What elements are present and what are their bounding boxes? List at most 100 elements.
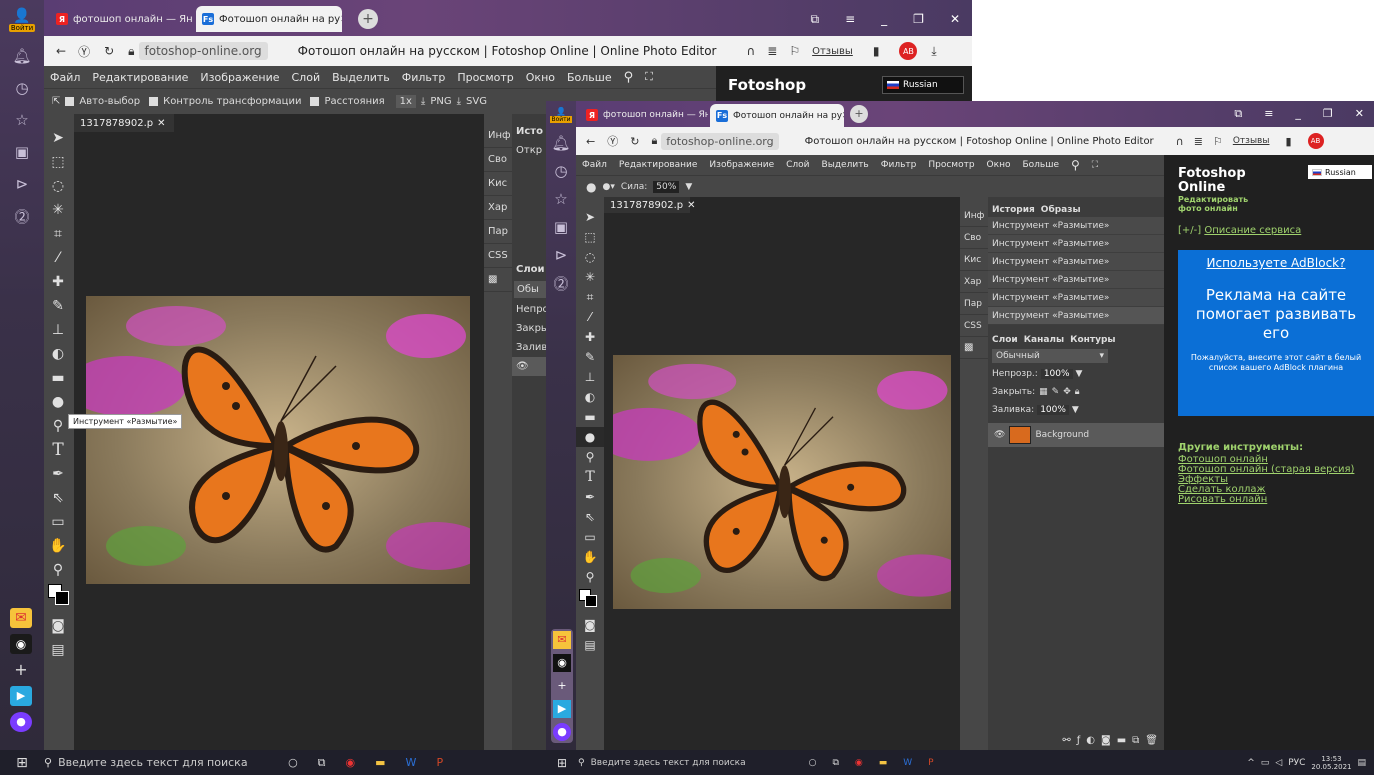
- powerpoint-icon[interactable]: P: [928, 758, 933, 768]
- marquee-tool-icon[interactable]: ⬚: [576, 227, 604, 247]
- mini-tab-paragraph[interactable]: Пар: [484, 220, 512, 244]
- history-item[interactable]: Инструмент «Размытие»: [988, 271, 1164, 289]
- music-icon[interactable]: ▶: [553, 700, 571, 718]
- zoom-icon[interactable]: ⚲: [44, 558, 72, 582]
- back-icon[interactable]: ←: [56, 44, 66, 58]
- text-tool-icon[interactable]: T: [576, 467, 604, 487]
- mini-tab-css[interactable]: CSS: [484, 244, 512, 268]
- screen-mode-icon[interactable]: ▤: [576, 635, 604, 655]
- link-layers-icon[interactable]: ⚯: [1062, 735, 1070, 746]
- eyedropper-icon[interactable]: ⁄: [44, 246, 72, 270]
- music-icon[interactable]: ▶: [10, 686, 32, 706]
- adjust-icon[interactable]: ◐: [1086, 735, 1095, 746]
- tool-link[interactable]: Рисовать онлайн: [1178, 495, 1360, 505]
- badge-2-icon[interactable]: ⓶: [0, 200, 44, 232]
- back-icon[interactable]: ←: [586, 135, 595, 148]
- adblock-icon[interactable]: AB: [1307, 133, 1324, 149]
- opacity-dropdown-icon[interactable]: ▼: [1076, 369, 1083, 379]
- yandex-logo-icon[interactable]: Ⓨ: [607, 133, 618, 149]
- download-png-icon[interactable]: ⤓: [421, 96, 425, 107]
- back-photo[interactable]: [86, 296, 470, 584]
- blend-dropdown[interactable]: Обы: [514, 281, 550, 298]
- alice-icon[interactable]: ◉: [10, 634, 32, 654]
- front-document-tab[interactable]: 1317878902.p ✕: [604, 197, 696, 213]
- about-link[interactable]: Описание сервиса: [1204, 225, 1301, 236]
- healing-icon[interactable]: ✚: [44, 270, 72, 294]
- taskbar-search[interactable]: Введите здесь текст для поиска: [591, 758, 801, 768]
- fullscreen-icon[interactable]: ⛶: [645, 70, 653, 84]
- star-icon[interactable]: ☆: [0, 104, 44, 136]
- opacity-input[interactable]: 100%: [1040, 369, 1073, 379]
- mask-icon[interactable]: ◙: [576, 615, 604, 635]
- shape-icon[interactable]: ▭: [576, 527, 604, 547]
- reviews-button[interactable]: Отзывы: [1233, 136, 1270, 146]
- path-select-icon[interactable]: ⇖: [576, 507, 604, 527]
- lang-select[interactable]: Russian: [882, 76, 964, 94]
- menu-select[interactable]: Выделить: [332, 71, 390, 84]
- color-swatches[interactable]: [579, 587, 604, 615]
- headphones-icon[interactable]: ∩: [746, 44, 755, 58]
- restore-icon[interactable]: ❐: [913, 12, 924, 27]
- image-icon[interactable]: ▩: [960, 337, 988, 359]
- front-photo[interactable]: [613, 355, 951, 609]
- text-tool-icon[interactable]: T: [44, 438, 72, 462]
- history-item[interactable]: Инструмент «Размытие»: [988, 217, 1164, 235]
- mask-icon[interactable]: ◙: [44, 614, 72, 638]
- new-tab-button[interactable]: +: [850, 105, 868, 123]
- tab-fotoshop[interactable]: Fs Фотошоп онлайн на ру ✕: [710, 104, 844, 127]
- explorer-icon[interactable]: ▬: [375, 756, 385, 769]
- assistant-icon[interactable]: ●: [10, 712, 32, 732]
- distances-checkbox[interactable]: [310, 97, 320, 106]
- healing-icon[interactable]: ✚: [576, 327, 604, 347]
- image-icon[interactable]: ▩: [484, 268, 512, 292]
- lock-transparency-icon[interactable]: ▦: [1039, 387, 1048, 397]
- cortana-icon[interactable]: ○: [809, 758, 817, 768]
- stamp-icon[interactable]: ⊥: [576, 367, 604, 387]
- windows-start-icon[interactable]: ⊞: [546, 756, 578, 770]
- lock-move-icon[interactable]: ✥: [1063, 387, 1071, 397]
- minimize-icon[interactable]: _: [1295, 107, 1301, 121]
- tray-chevron-icon[interactable]: ^: [1247, 758, 1255, 768]
- brush-icon[interactable]: ✎: [576, 347, 604, 367]
- mini-tab-props[interactable]: Сво: [484, 148, 512, 172]
- fill-input[interactable]: 100%: [1037, 405, 1069, 415]
- bookmark-window-icon[interactable]: ⧉: [1234, 107, 1242, 121]
- magic-wand-icon[interactable]: ✳: [44, 198, 72, 222]
- badge-2-icon[interactable]: ⓶: [546, 269, 576, 297]
- magic-wand-icon[interactable]: ✳: [576, 267, 604, 287]
- menu-view[interactable]: Просмотр: [928, 160, 974, 170]
- assistant-icon[interactable]: ●: [553, 723, 571, 741]
- folder-icon[interactable]: ▬: [1117, 735, 1126, 746]
- reload-icon[interactable]: ↻: [104, 44, 114, 58]
- close-tab-icon[interactable]: ✕: [842, 111, 844, 121]
- hand-icon[interactable]: ✋: [44, 534, 72, 558]
- pen-icon[interactable]: ✒: [44, 462, 72, 486]
- bookmark-icon[interactable]: ▮: [1285, 135, 1291, 148]
- menu-icon[interactable]: ≡: [1264, 107, 1273, 121]
- collections-icon[interactable]: ▣: [0, 136, 44, 168]
- eraser-icon[interactable]: ◐: [576, 387, 604, 407]
- volume-icon[interactable]: ◁: [1275, 758, 1282, 768]
- search-icon[interactable]: ⚲: [624, 70, 634, 85]
- lock-all-icon[interactable]: 🔒︎: [1075, 387, 1080, 397]
- new-tab-button[interactable]: +: [358, 9, 378, 29]
- menu-more[interactable]: Больше: [567, 71, 612, 84]
- mini-tab-brushes[interactable]: Кис: [484, 172, 512, 196]
- notifications-icon[interactable]: ▤: [1357, 758, 1366, 768]
- fx-icon[interactable]: ƒ: [1077, 735, 1081, 746]
- close-tab-icon[interactable]: ✕: [340, 14, 342, 25]
- snapshots-tab[interactable]: Образы: [1041, 205, 1081, 215]
- mini-tab-paragraph[interactable]: Пар: [960, 293, 988, 315]
- play-icon[interactable]: ⊳: [0, 168, 44, 200]
- close-window-icon[interactable]: ✕: [950, 12, 960, 27]
- windows-start-icon[interactable]: ⊞: [0, 755, 44, 771]
- close-window-icon[interactable]: ✕: [1355, 107, 1364, 121]
- menu-more[interactable]: Больше: [1022, 160, 1059, 170]
- lock-paint-icon[interactable]: ✎: [1052, 387, 1060, 397]
- mini-tab-props[interactable]: Сво: [960, 227, 988, 249]
- powerpoint-icon[interactable]: P: [436, 756, 443, 769]
- play-icon[interactable]: ⊳: [546, 241, 576, 269]
- search-icon[interactable]: ⚲: [1071, 158, 1080, 172]
- menu-view[interactable]: Просмотр: [457, 71, 513, 84]
- dodge-icon[interactable]: ⚲: [576, 447, 604, 467]
